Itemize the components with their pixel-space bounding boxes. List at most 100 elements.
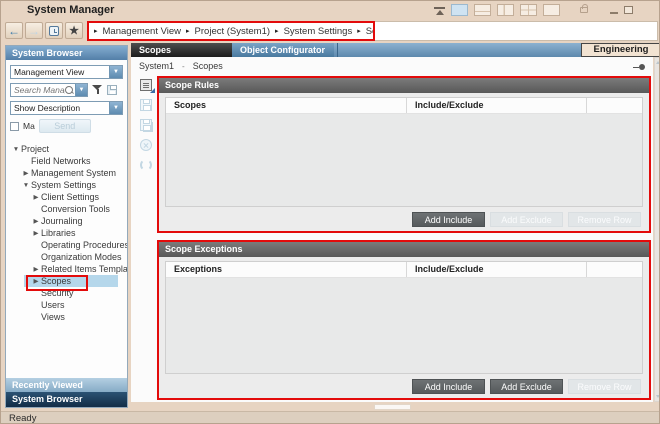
column-header-exceptions[interactable]: Exceptions — [166, 262, 406, 277]
tree-expand-arrow-icon[interactable]: ▼ — [11, 146, 21, 153]
tree-item-operating-procedures[interactable]: Operating Procedures — [6, 239, 127, 251]
tree-item-scopes[interactable]: ▶Scopes — [6, 275, 127, 287]
scope-exceptions-buttons: Add Include Add Exclude Remove Row — [159, 374, 649, 398]
back-button[interactable]: ← — [5, 22, 23, 39]
tree-expand-arrow-icon[interactable]: ▶ — [21, 169, 31, 177]
scroll-up-icon[interactable] — [656, 61, 660, 64]
chevron-down-icon[interactable]: ▼ — [75, 84, 87, 96]
tree-item-views[interactable]: Views — [6, 311, 127, 323]
tree-item-libraries[interactable]: ▶Libraries — [6, 227, 127, 239]
tree-item-system-settings[interactable]: ▼System Settings — [6, 179, 127, 191]
refresh-icon[interactable] — [140, 159, 152, 171]
tree-item-related-items-templates[interactable]: ▶Related Items Templates — [6, 263, 127, 275]
scopes-content: System1 - Scopes Scope Rules Scopes Incl… — [131, 57, 653, 402]
column-header-include-exclude[interactable]: Include/Exclude — [406, 262, 586, 277]
history-icon — [49, 26, 59, 36]
add-include-button[interactable]: Add Include — [412, 212, 485, 227]
breadcrumb-separator-icon[interactable]: ▸ — [186, 27, 190, 35]
tree-item-organization-modes[interactable]: Organization Modes — [6, 251, 127, 263]
tree-item-field-networks[interactable]: Field Networks — [6, 155, 127, 167]
horizontal-scrollbar-thumb[interactable] — [374, 404, 411, 410]
breadcrumb-separator-icon[interactable]: ▸ — [357, 27, 361, 35]
save-icon[interactable] — [140, 99, 152, 111]
cancel-icon[interactable] — [140, 139, 152, 151]
column-header-scopes[interactable]: Scopes — [166, 98, 406, 113]
ma-checkbox[interactable] — [10, 122, 19, 131]
breadcrumb-item-system-settings[interactable]: System Settings — [284, 26, 353, 37]
dock-top-icon[interactable] — [434, 6, 445, 15]
breadcrumb-item-scopes[interactable]: Scopes — [366, 26, 375, 37]
layout-quad-icon[interactable] — [520, 4, 537, 16]
horizontal-scrollbar[interactable] — [131, 403, 653, 411]
tree-item-project[interactable]: ▼Project — [6, 143, 127, 155]
layout-bottom-strip-icon[interactable] — [474, 4, 491, 16]
tree-expand-arrow-icon[interactable]: ▶ — [31, 193, 41, 201]
add-exclude-button[interactable]: Add Exclude — [490, 379, 563, 394]
save-as-icon[interactable] — [140, 119, 152, 131]
column-header-empty — [586, 98, 642, 113]
tree-item-label: Libraries — [41, 228, 76, 238]
tree-item-users[interactable]: Users — [6, 299, 127, 311]
search-box[interactable]: ▼ — [10, 83, 88, 97]
pin-icon[interactable] — [639, 64, 645, 70]
scroll-down-icon[interactable] — [656, 395, 660, 398]
maximize-button[interactable] — [624, 6, 633, 14]
forward-button[interactable]: → — [25, 22, 43, 39]
send-button[interactable]: Send — [39, 119, 91, 133]
tree-item-label: System Settings — [31, 180, 96, 190]
description-select[interactable]: Show Description ▼ — [10, 101, 123, 115]
vertical-scrollbar[interactable] — [654, 57, 660, 402]
breadcrumb-item-project[interactable]: Project (System1) — [195, 26, 271, 37]
save-search-icon[interactable] — [107, 85, 117, 95]
back-arrow-icon: ← — [8, 24, 20, 38]
favorites-button[interactable]: ★ — [65, 22, 83, 39]
scope-rules-buttons: Add Include Add Exclude Remove Row — [159, 207, 649, 231]
add-include-button[interactable]: Add Include — [412, 379, 485, 394]
history-button[interactable] — [45, 22, 63, 39]
tab-separator — [337, 43, 338, 57]
tab-scopes[interactable]: Scopes — [131, 43, 232, 57]
breadcrumb-item-management-view[interactable]: Management View — [103, 26, 182, 37]
engineering-button[interactable]: Engineering — [581, 43, 660, 57]
content-breadcrumb-system[interactable]: System1 — [139, 61, 174, 71]
export-icon[interactable] — [140, 79, 152, 91]
tree-item-conversion-tools[interactable]: Conversion Tools — [6, 203, 127, 215]
layout-left-column-icon[interactable] — [497, 4, 514, 16]
view-select[interactable]: Management View ▼ — [10, 65, 123, 79]
tree-item-label: Operating Procedures — [41, 240, 127, 250]
tree-item-label: Project — [21, 144, 49, 154]
tree-item-journaling[interactable]: ▶Journaling — [6, 215, 127, 227]
chevron-down-icon[interactable]: ▼ — [109, 66, 122, 78]
system-browser-header: System Browser — [6, 46, 127, 60]
minimize-button[interactable] — [610, 12, 618, 14]
tree-expand-arrow-icon[interactable]: ▼ — [21, 182, 31, 189]
tree-expand-arrow-icon[interactable]: ▶ — [31, 277, 41, 285]
tree-item-management-system[interactable]: ▶Management System — [6, 167, 127, 179]
scope-rules-table-body[interactable] — [166, 114, 642, 206]
system-browser-panel: System Browser Management View ▼ ▼ Show … — [5, 45, 128, 408]
system-manager-window: System Manager ← → ★ ▸ Management View ▸ — [0, 0, 660, 424]
tree-expand-arrow-icon[interactable]: ▶ — [31, 217, 41, 225]
description-select-value: Show Description — [11, 103, 109, 113]
navigation-bar: ← → ★ ▸ Management View ▸ Project (Syste… — [1, 19, 660, 43]
layout-two-columns-icon[interactable] — [451, 4, 468, 16]
tree-expand-arrow-icon[interactable]: ▶ — [31, 229, 41, 237]
recently-viewed-bar[interactable]: Recently Viewed — [6, 378, 127, 392]
tree-item-client-settings[interactable]: ▶Client Settings — [6, 191, 127, 203]
search-input[interactable] — [11, 85, 65, 95]
system-browser-bar[interactable]: System Browser — [6, 392, 127, 407]
chevron-down-icon[interactable]: ▼ — [109, 102, 122, 114]
tab-object-configurator[interactable]: Object Configurator — [232, 43, 334, 57]
filter-icon[interactable] — [92, 85, 103, 95]
content-breadcrumb-page[interactable]: Scopes — [193, 61, 223, 71]
search-row: ▼ — [10, 83, 123, 97]
tree-item-label: Conversion Tools — [41, 204, 110, 214]
column-header-include-exclude[interactable]: Include/Exclude — [406, 98, 586, 113]
content-breadcrumb-separator: - — [182, 62, 185, 71]
breadcrumb-separator-icon[interactable]: ▸ — [275, 27, 279, 35]
layout-single-icon[interactable] — [543, 4, 560, 16]
scope-exceptions-table-body[interactable] — [166, 278, 642, 373]
tree-expand-arrow-icon[interactable]: ▶ — [31, 265, 41, 273]
scope-rules-table-header: Scopes Include/Exclude — [166, 98, 642, 114]
nav-buttons: ← → ★ — [5, 22, 83, 39]
